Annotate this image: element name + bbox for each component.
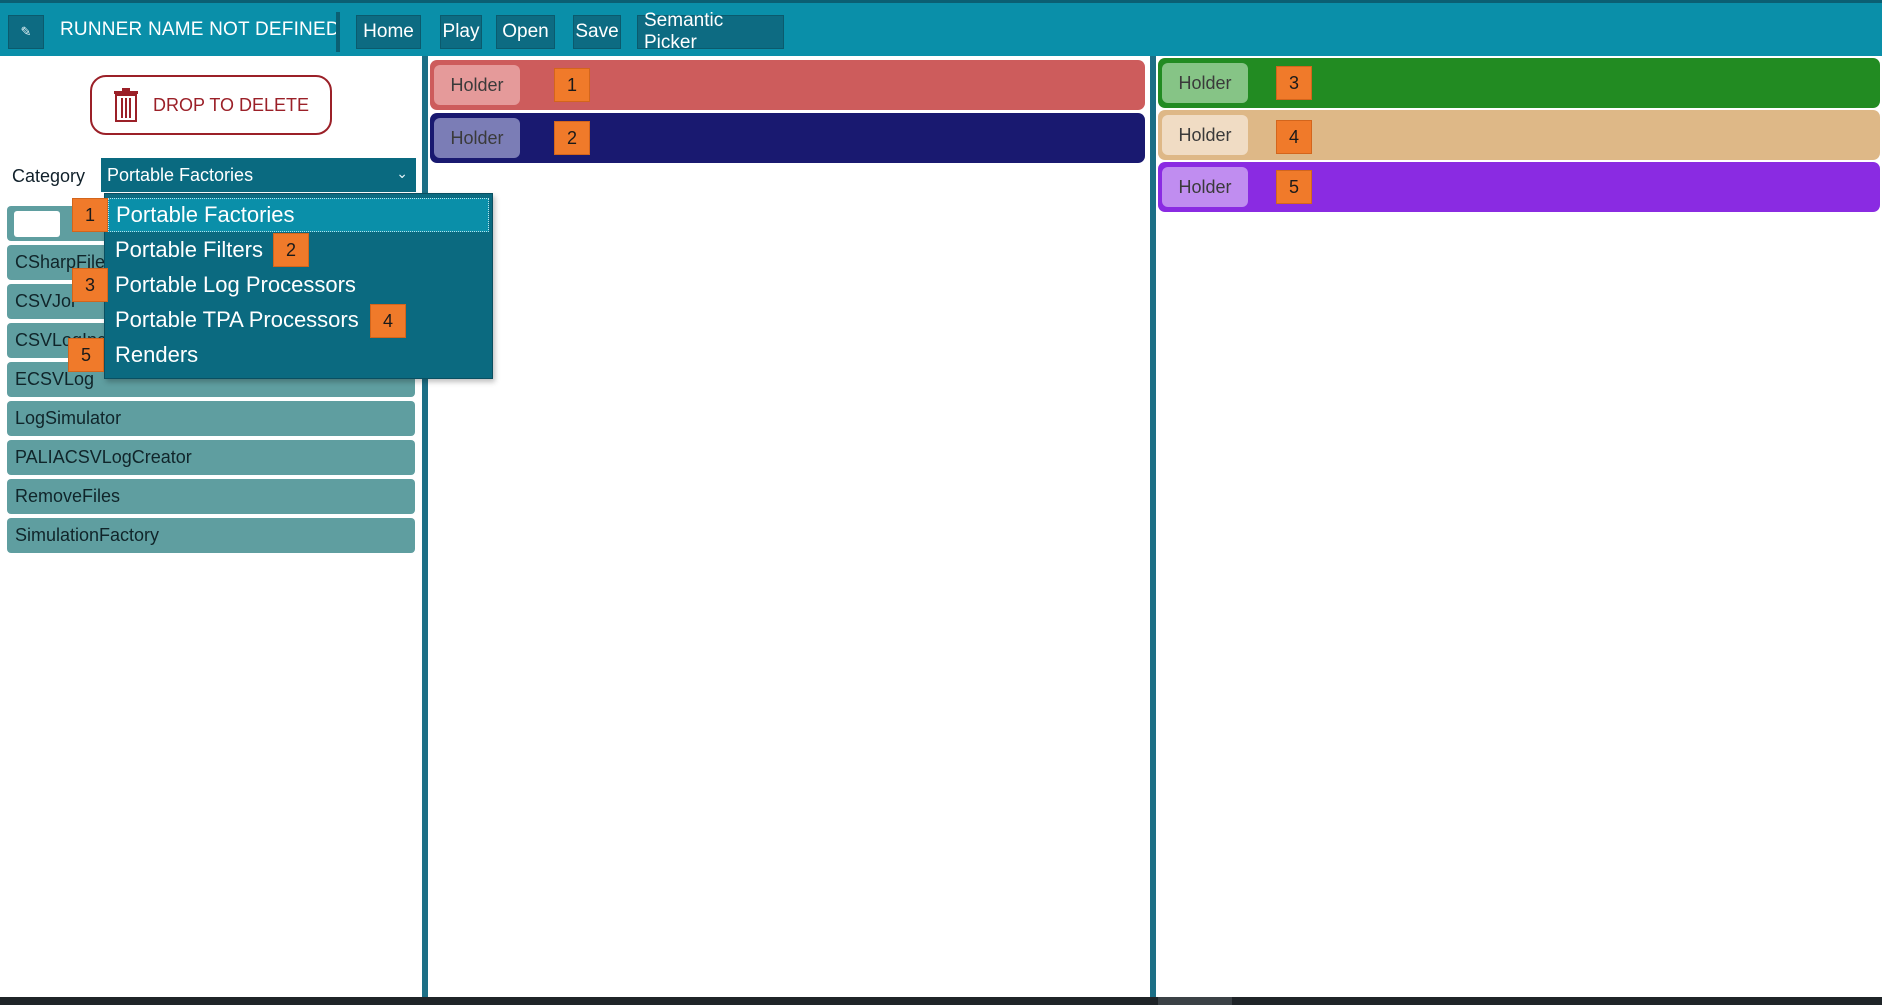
holder-button[interactable]: Holder [434, 118, 520, 158]
taskbar-strip [0, 997, 1882, 1005]
holder-badge: 2 [554, 121, 590, 155]
top-toolbar: ✎ RUNNER NAME NOT DEFINED Home Play Open… [0, 0, 1882, 56]
save-button[interactable]: Save [573, 15, 621, 49]
dropdown-option-renders[interactable]: Renders [108, 338, 489, 372]
holder-button[interactable]: Holder [434, 65, 520, 105]
holder-button[interactable]: Holder [1162, 115, 1248, 155]
holder-badge: 4 [1276, 120, 1312, 154]
holder-badge: 5 [1276, 170, 1312, 204]
category-select-value: Portable Factories [107, 164, 254, 185]
open-button[interactable]: Open [496, 15, 555, 49]
taskbar-highlight [1158, 997, 1232, 1005]
holder-2[interactable]: Holder 2 [430, 113, 1145, 163]
holder-1[interactable]: Holder 1 [430, 60, 1145, 110]
category-label: Category [12, 166, 86, 186]
option-badge: 2 [273, 233, 309, 267]
semantic-picker-button[interactable]: Semantic Picker [637, 10, 784, 53]
drop-to-delete-zone[interactable]: DROP TO DELETE [90, 75, 332, 135]
holder-button[interactable]: Holder [1162, 63, 1248, 103]
drop-to-delete-label: DROP TO DELETE [152, 94, 310, 115]
edit-runner-button[interactable]: ✎ [8, 15, 44, 49]
option-badge: 5 [68, 338, 104, 372]
holder-panel-middle: Holder 1 Holder 2 [428, 56, 1150, 997]
chevron-down-icon: ⌄ [396, 165, 408, 181]
dropdown-option-portable-log-processors[interactable]: Portable Log Processors [108, 268, 489, 302]
pencil-icon: ✎ [20, 24, 32, 39]
list-item[interactable]: RemoveFiles [7, 479, 415, 514]
dropdown-option-portable-factories[interactable]: Portable Factories [108, 198, 489, 232]
runner-name: RUNNER NAME NOT DEFINED [60, 19, 340, 40]
dropdown-option-portable-tpa-processors[interactable]: Portable TPA Processors [108, 303, 489, 337]
list-item[interactable]: SimulationFactory [7, 518, 415, 553]
holder-panel-right: Holder 3 Holder 4 Holder 5 [1156, 56, 1882, 997]
list-item[interactable]: LogSimulator [7, 401, 415, 436]
play-button[interactable]: Play [440, 15, 482, 49]
holder-5[interactable]: Holder 5 [1158, 162, 1880, 212]
option-badge: 3 [72, 268, 108, 302]
option-badge: 1 [72, 198, 108, 232]
holder-badge: 1 [554, 68, 590, 102]
option-badge: 4 [370, 304, 406, 338]
holder-button[interactable]: Holder [1162, 167, 1248, 207]
toolbar-separator [336, 12, 340, 52]
list-item[interactable]: PALIACSVLogCreator [7, 440, 415, 475]
holder-4[interactable]: Holder 4 [1158, 110, 1880, 160]
category-dropdown: Portable Factories Portable Filters Port… [104, 193, 493, 379]
holder-badge: 3 [1276, 66, 1312, 100]
component-search-input[interactable] [14, 210, 60, 237]
category-select[interactable]: Portable Factories ⌄ [101, 158, 416, 192]
holder-3[interactable]: Holder 3 [1158, 58, 1880, 108]
trash-icon [113, 88, 139, 122]
home-button[interactable]: Home [356, 15, 421, 49]
